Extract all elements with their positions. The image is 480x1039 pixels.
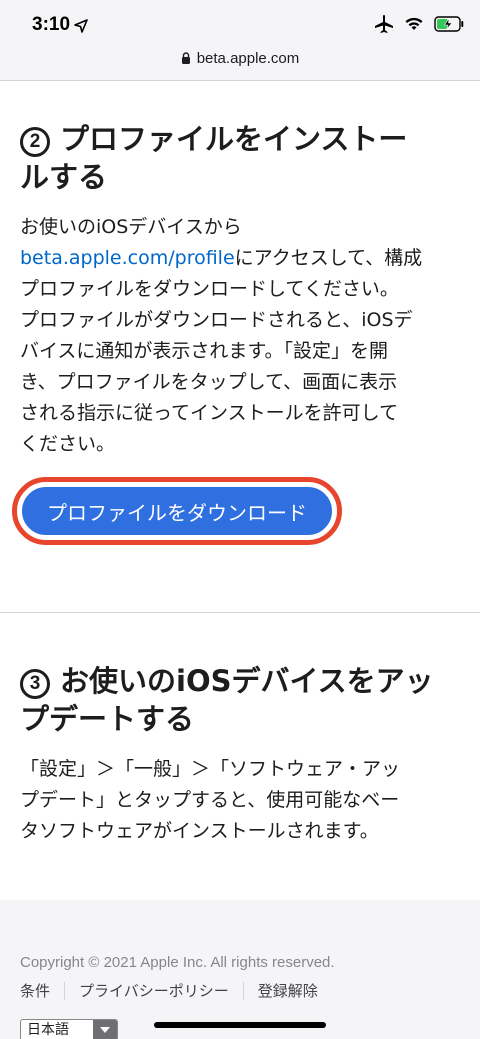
- section-divider: [0, 612, 480, 613]
- url-domain: beta.apple.com: [196, 50, 300, 67]
- copyright-text: Copyright © 2021 Apple Inc. All rights r…: [20, 954, 335, 971]
- status-icons: [374, 14, 464, 34]
- browser-top-bar: 3:10 beta.apple.com: [0, 0, 480, 81]
- wifi-icon: [405, 17, 423, 30]
- step3-line-0: 「設定」＞「一般」＞「ソフトウェア・アッ: [20, 758, 401, 780]
- step2-heading: 2 プロファイルをインストー ルする: [20, 120, 460, 196]
- language-select-value: 日本語: [27, 1022, 69, 1038]
- step3-heading: 3 お使いのiOSデバイスをアッ プデートする: [20, 662, 460, 738]
- step2-number: 2: [20, 127, 50, 157]
- step3-body: 「設定」＞「一般」＞「ソフトウェア・アッ プデート」とタップすると、使用可能なベ…: [20, 754, 460, 847]
- step2-section: 2 プロファイルをインストー ルする お使いのiOSデバイスから beta.app…: [20, 120, 460, 460]
- step2-title-line1: プロファイルをインストー: [60, 122, 408, 156]
- step2-line-7: ください。: [20, 433, 116, 455]
- step3-title-line1: お使いのiOSデバイスをアッ: [60, 664, 434, 698]
- footer-link-privacy[interactable]: プライバシーポリシー: [79, 980, 229, 1001]
- airplane-icon: [375, 15, 393, 33]
- page: 3:10 beta.apple.com 2 プロファイルをインストー ルする お…: [0, 0, 480, 1039]
- step3-title-line2: プデートする: [20, 702, 195, 736]
- step2-line-5: き、プロファイルをタップして、画面に表示: [20, 371, 398, 393]
- step2-line-3: プロファイルがダウンロードされると、iOSデ: [20, 309, 413, 331]
- step2-title-line2: ルする: [20, 160, 108, 194]
- step2-line-1: にアクセスして、構成: [234, 247, 423, 269]
- profile-link[interactable]: beta.apple.com/profile: [20, 247, 235, 269]
- step3-line-1: プデート」とタップすると、使用可能なベー: [20, 789, 400, 811]
- footer: Copyright © 2021 Apple Inc. All rights r…: [0, 900, 480, 1039]
- footer-link-separator: [242, 981, 244, 1000]
- step2-body: お使いのiOSデバイスから beta.apple.com/profileにアクセ…: [20, 212, 460, 460]
- step3-number: 3: [20, 669, 50, 699]
- chevron-down-icon: [93, 1020, 117, 1039]
- footer-links: 条件 プライバシーポリシー 登録解除: [20, 980, 318, 1001]
- status-time: 3:10: [32, 14, 71, 35]
- language-select[interactable]: 日本語: [20, 1019, 118, 1039]
- footer-link-unsubscribe[interactable]: 登録解除: [258, 980, 318, 1001]
- footer-link-separator: [64, 981, 66, 1000]
- step2-line-0: お使いのiOSデバイスから: [20, 216, 242, 238]
- step2-line-4: バイスに通知が表示されます。「設定」を開: [20, 340, 389, 362]
- footer-link-terms[interactable]: 条件: [20, 980, 50, 1001]
- download-profile-button[interactable]: プロファイルをダウンロード: [20, 485, 334, 537]
- url-bar[interactable]: beta.apple.com: [0, 50, 480, 67]
- lock-icon: [181, 52, 190, 64]
- step3-section: 3 お使いのiOSデバイスをアッ プデートする 「設定」＞「一般」＞「ソフトウェア…: [20, 662, 460, 847]
- step2-line-2: プロファイルをダウンロードしてください。: [20, 278, 399, 300]
- location-arrow-icon: [74, 19, 88, 33]
- home-indicator[interactable]: [154, 1022, 326, 1028]
- battery-charging-icon: [434, 16, 464, 32]
- step2-line-6: される指示に従ってインストールを許可して: [20, 402, 399, 424]
- step3-line-2: タソフトウェアがインストールされます。: [20, 820, 379, 842]
- download-button-highlight: プロファイルをダウンロード: [12, 477, 342, 545]
